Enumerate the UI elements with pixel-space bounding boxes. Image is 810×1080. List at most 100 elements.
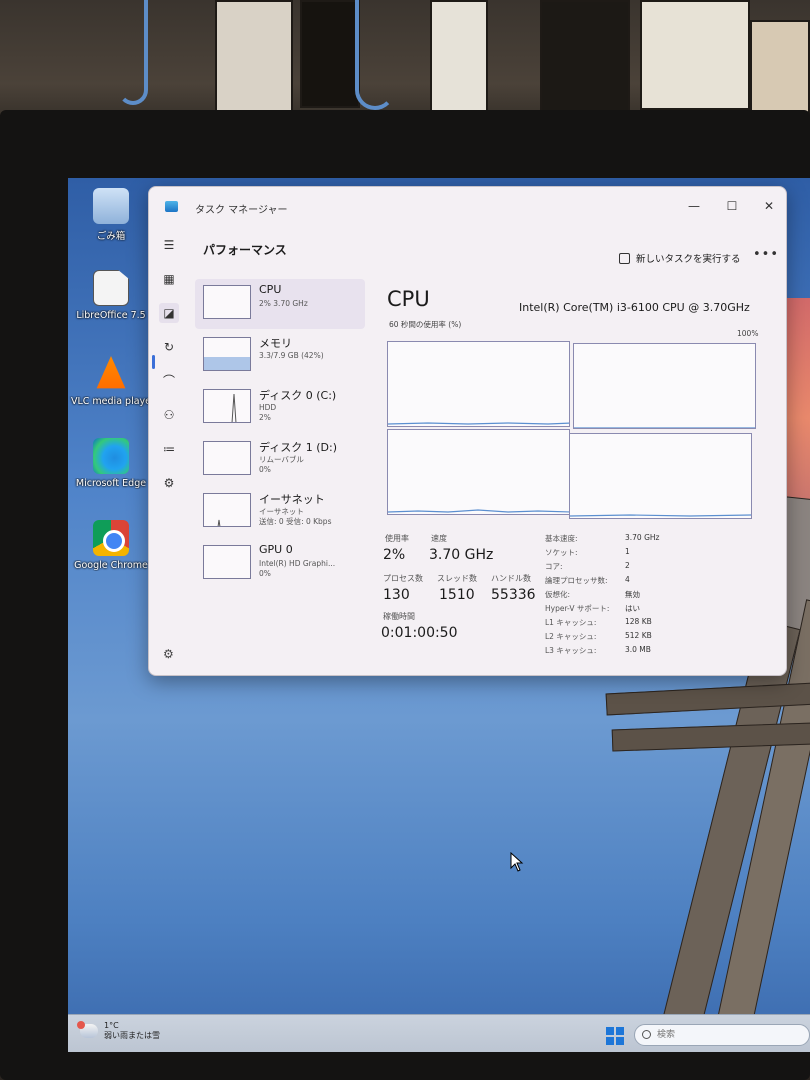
spec-key: Hyper-V サポート: — [545, 604, 610, 613]
perf-item-gpu-0[interactable]: GPU 0 Intel(R) HD Graphi... 0% — [195, 539, 365, 589]
desktop-icon-label: Google Chrome — [74, 560, 148, 571]
desktop-icon-edge[interactable]: Microsoft Edge — [68, 438, 154, 489]
perf-item-sub-line: 送信: 0 受信: 0 Kbps — [259, 517, 332, 526]
spec-value: 512 KB — [625, 631, 652, 640]
settings-gear-icon[interactable]: ⚙ — [163, 647, 174, 661]
weather-icon — [77, 1021, 98, 1038]
taskbar-search-box[interactable]: 検索 — [634, 1024, 810, 1046]
perf-item-sub: イーサネット 送信: 0 受信: 0 Kbps — [259, 507, 331, 527]
task-manager-app-icon — [165, 201, 178, 212]
usage-label: 使用率 — [385, 534, 409, 543]
desktop-icon-label: Microsoft Edge — [75, 478, 147, 489]
search-icon — [642, 1030, 651, 1039]
more-options-button[interactable]: ••• — [753, 247, 779, 262]
usb-cable — [118, 0, 148, 105]
libreoffice-icon — [93, 270, 129, 306]
run-new-task-button[interactable]: 新しいタスクを実行する — [619, 251, 741, 265]
cpu-core-line — [388, 509, 569, 513]
detail-title: CPU — [387, 287, 430, 311]
threads-value: 1510 — [439, 587, 475, 603]
startup-apps-icon[interactable]: ⌒ — [159, 371, 179, 391]
hamburger-menu-icon[interactable]: ☰ — [159, 235, 179, 255]
background-shelf — [215, 0, 293, 112]
perf-item-name: イーサネット — [259, 493, 325, 506]
spec-key: 論理プロセッサ数: — [545, 576, 608, 585]
weather-temperature: 1°C — [104, 1021, 119, 1030]
performance-resource-list: CPU 2% 3.70 GHz メモリ 3.3/7.9 GB (42%) ディス… — [195, 279, 365, 599]
weather-widget[interactable]: 1°C 弱い雨または雪 — [77, 1021, 160, 1041]
services-icon[interactable]: ⚙ — [159, 473, 179, 493]
background-shelf — [540, 0, 630, 118]
perf-item-sub-line: Intel(R) HD Graphi... — [259, 559, 336, 568]
speed-label: 速度 — [431, 534, 447, 543]
gpu-thumbnail-graph — [203, 545, 251, 579]
perf-item-sub-line: 0% — [259, 569, 271, 578]
memory-usage-fill — [204, 356, 250, 370]
minimize-button[interactable]: — — [683, 197, 705, 215]
perf-item-sub-line: 0% — [259, 465, 271, 474]
disk1-thumbnail-graph — [203, 441, 251, 475]
perf-item-name: ディスク 0 (C:) — [259, 389, 337, 402]
ethernet-sparkline — [217, 519, 221, 526]
uptime-value: 0:01:00:50 — [381, 625, 458, 641]
chrome-icon — [93, 520, 129, 556]
title-bar[interactable]: タスク マネージャー — ☐ ✕ — [149, 187, 786, 223]
perf-item-disk-1[interactable]: ディスク 1 (D:) リムーバブル 0% — [195, 435, 365, 485]
spec-value: 4 — [625, 575, 630, 584]
disk0-thumbnail-graph — [203, 389, 251, 423]
spec-value: 3.0 MB — [625, 645, 651, 654]
details-icon[interactable]: ≔ — [159, 439, 179, 459]
perf-item-sub: リムーバブル 0% — [259, 455, 304, 475]
performance-icon[interactable]: ◪ — [159, 303, 179, 323]
perf-item-sub: Intel(R) HD Graphi... 0% — [259, 559, 335, 579]
speed-value: 3.70 GHz — [429, 547, 494, 563]
background-shelf — [750, 20, 810, 120]
weather-condition: 弱い雨または雪 — [104, 1031, 160, 1040]
desktop-icon-label: LibreOffice 7.5 — [76, 310, 146, 321]
spec-value: 128 KB — [625, 617, 652, 626]
mouse-pointer-shape — [510, 851, 524, 872]
ethernet-thumbnail-graph — [203, 493, 251, 527]
processes-icon[interactable]: ▦ — [159, 269, 179, 289]
perf-item-memory[interactable]: メモリ 3.3/7.9 GB (42%) — [195, 331, 365, 381]
spec-key: L2 キャッシュ: — [545, 632, 597, 641]
uptime-label: 稼働時間 — [383, 612, 415, 621]
background-shelf — [640, 0, 750, 110]
desktop-icon-chrome[interactable]: Google Chrome — [68, 520, 154, 571]
perf-item-sub: HDD 2% — [259, 403, 276, 423]
side-nav: ☰ ▦ ◪ ↻ ⌒ ⚇ ≔ ⚙ — [149, 231, 189, 677]
close-button[interactable]: ✕ — [758, 197, 780, 215]
windows-logo-tile — [616, 1027, 624, 1035]
perf-item-disk-0[interactable]: ディスク 0 (C:) HDD 2% — [195, 383, 365, 433]
spec-key: L3 キャッシュ: — [545, 646, 597, 655]
desktop-icon-libreoffice[interactable]: LibreOffice 7.5 — [68, 270, 154, 321]
app-history-icon[interactable]: ↻ — [159, 337, 179, 357]
perf-item-sub: 2% 3.70 GHz — [259, 299, 308, 308]
spec-key: L1 キャッシュ: — [545, 618, 597, 627]
maximize-button[interactable]: ☐ — [721, 197, 743, 215]
graph-max-label: 100% — [737, 329, 759, 338]
processes-label: プロセス数 — [383, 574, 423, 583]
spec-key: コア: — [545, 562, 563, 571]
perf-item-sub-line: HDD — [259, 403, 277, 412]
search-placeholder: 検索 — [657, 1030, 676, 1040]
perf-item-cpu[interactable]: CPU 2% 3.70 GHz — [195, 279, 365, 329]
windows-logo-tile — [616, 1037, 624, 1045]
desktop-icon-recycle-bin[interactable]: ごみ箱 — [68, 188, 154, 242]
spec-key: 基本速度: — [545, 534, 578, 543]
background-shelf — [300, 0, 360, 108]
desktop-icon-vlc[interactable]: VLC media playe — [68, 356, 154, 407]
vlc-icon — [96, 356, 126, 389]
usb-cable — [355, 0, 395, 110]
graph-caption: 60 秒間の使用率 (%) — [389, 320, 462, 329]
perf-item-ethernet[interactable]: イーサネット イーサネット 送信: 0 受信: 0 Kbps — [195, 487, 365, 537]
threads-label: スレッド数 — [437, 574, 477, 583]
desktop-screen: ごみ箱 LibreOffice 7.5 VLC media playe Micr… — [68, 178, 810, 1052]
users-icon[interactable]: ⚇ — [159, 405, 179, 425]
window-title: タスク マネージャー — [195, 205, 288, 216]
cpu-model: Intel(R) Core(TM) i3-6100 CPU @ 3.70GHz — [519, 301, 750, 314]
perf-item-name: GPU 0 — [259, 543, 293, 556]
start-button[interactable] — [606, 1027, 624, 1045]
taskbar: 1°C 弱い雨または雪 検索 — [68, 1014, 810, 1052]
nav-active-indicator — [152, 355, 155, 369]
